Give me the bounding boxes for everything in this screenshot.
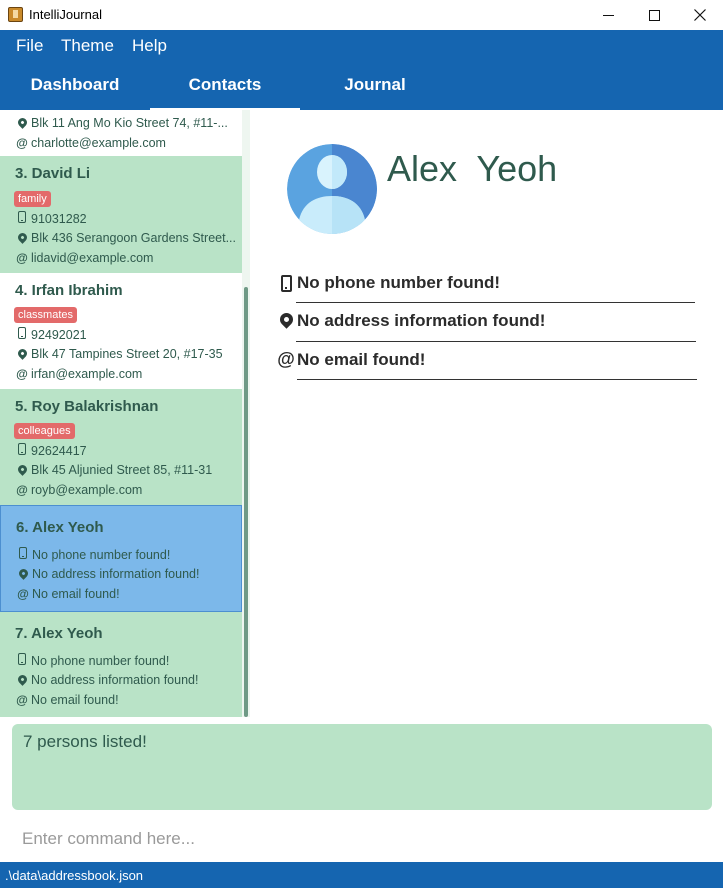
tab-bar: Dashboard Contacts Journal: [0, 60, 723, 110]
tag-badge: family: [14, 191, 51, 207]
result-message: 7 persons listed!: [23, 732, 147, 751]
contact-email: @ lidavid@example.com: [16, 251, 154, 265]
contact-list[interactable]: Blk 11 Ang Mo Kio Street 74, #11-... @ c…: [0, 110, 250, 717]
divider: [297, 379, 697, 380]
contact-card[interactable]: 4. Irfan Ibrahim classmates 92492021 Blk…: [0, 273, 242, 389]
user-avatar-icon: [287, 144, 377, 234]
map-marker-icon: [276, 310, 296, 329]
contact-phone: No phone number found!: [15, 653, 169, 668]
contact-phone: No phone number found!: [16, 547, 170, 562]
maximize-icon: [648, 9, 660, 21]
at-icon: @: [16, 251, 28, 265]
at-icon: @: [16, 483, 28, 497]
contact-phone: 92624417: [15, 443, 87, 458]
phone-icon: [15, 653, 29, 668]
tab-dashboard[interactable]: Dashboard: [0, 60, 150, 110]
phone-icon: [15, 327, 29, 342]
app-logo-icon: [8, 7, 23, 22]
title-bar: IntelliJournal: [0, 0, 723, 30]
menu-file[interactable]: File: [16, 36, 43, 56]
status-bar: .\data\addressbook.json: [0, 862, 723, 888]
phone-icon: [15, 443, 29, 458]
minimize-icon: [602, 14, 614, 16]
contact-email: @ royb@example.com: [16, 483, 143, 497]
contact-card[interactable]: 5. Roy Balakrishnan colleagues 92624417 …: [0, 389, 242, 505]
divider: [296, 302, 695, 303]
detail-phone: No phone number found!: [277, 273, 500, 293]
phone-icon: [277, 274, 295, 292]
contact-detail-panel: Alex Yeoh No phone number found! No addr…: [250, 110, 723, 717]
tag-badge: colleagues: [14, 423, 75, 439]
phone-icon: [16, 547, 30, 562]
map-marker-icon: [15, 673, 29, 687]
contact-name: 4. Irfan Ibrahim: [15, 282, 123, 299]
map-marker-icon: [15, 463, 29, 477]
contact-name: 7. Alex Yeoh: [15, 625, 103, 642]
detail-email: @ No email found!: [277, 349, 426, 369]
contact-email: @ irfan@example.com: [16, 367, 143, 381]
contact-card[interactable]: Blk 11 Ang Mo Kio Street 74, #11-... @ c…: [0, 110, 242, 156]
at-icon: @: [16, 136, 28, 150]
map-marker-icon: [15, 347, 29, 361]
map-marker-icon: [16, 567, 30, 581]
contact-address: No address information found!: [15, 673, 198, 687]
contact-phone: 91031282: [15, 211, 87, 226]
at-icon: @: [17, 587, 29, 601]
contact-card[interactable]: 7. Alex Yeoh No phone number found! No a…: [0, 612, 242, 717]
close-button[interactable]: [677, 0, 723, 30]
at-icon: @: [277, 349, 295, 369]
contact-name: 5. Roy Balakrishnan: [15, 398, 159, 415]
contact-address: Blk 436 Serangoon Gardens Street...: [15, 231, 236, 245]
at-icon: @: [16, 367, 28, 381]
window-title: IntelliJournal: [29, 7, 102, 22]
detail-address: No address information found!: [276, 310, 545, 331]
menu-theme[interactable]: Theme: [61, 36, 114, 56]
contact-address: No address information found!: [16, 567, 199, 581]
contact-address: Blk 45 Aljunied Street 85, #11-31: [15, 463, 212, 477]
contact-email: @ No email found!: [17, 587, 120, 601]
contact-address: Blk 47 Tampines Street 20, #17-35: [15, 347, 223, 361]
maximize-button[interactable]: [631, 0, 677, 30]
contact-card[interactable]: 3. David Li family 91031282 Blk 436 Sera…: [0, 156, 242, 273]
command-input[interactable]: [12, 820, 712, 858]
tag-badge: classmates: [14, 307, 78, 323]
tab-journal[interactable]: Journal: [300, 60, 450, 110]
menu-bar: File Theme Help: [0, 30, 723, 60]
detail-name: Alex Yeoh: [387, 148, 558, 189]
save-location-path: .\data\addressbook.json: [5, 868, 144, 883]
at-icon: @: [16, 693, 28, 707]
menu-help[interactable]: Help: [132, 36, 167, 56]
contact-name: 6. Alex Yeoh: [16, 519, 104, 536]
map-marker-icon: [15, 231, 29, 245]
minimize-button[interactable]: [585, 0, 631, 30]
divider: [296, 341, 696, 342]
contact-email: @ No email found!: [16, 693, 119, 707]
close-icon: [694, 9, 706, 21]
contact-address: Blk 11 Ang Mo Kio Street 74, #11-...: [15, 116, 228, 130]
contact-phone: 92492021: [15, 327, 87, 342]
contact-name: 3. David Li: [15, 165, 91, 182]
phone-icon: [15, 211, 29, 226]
contact-email: @ charlotte@example.com: [16, 136, 166, 150]
map-marker-icon: [15, 116, 29, 130]
tab-contacts[interactable]: Contacts: [150, 60, 300, 110]
app-window: IntelliJournal File Theme Help Dashboard…: [0, 0, 723, 888]
result-display: 7 persons listed!: [12, 724, 712, 810]
contact-card-selected[interactable]: 6. Alex Yeoh No phone number found! No a…: [0, 505, 242, 612]
scrollbar-thumb[interactable]: [244, 287, 248, 717]
